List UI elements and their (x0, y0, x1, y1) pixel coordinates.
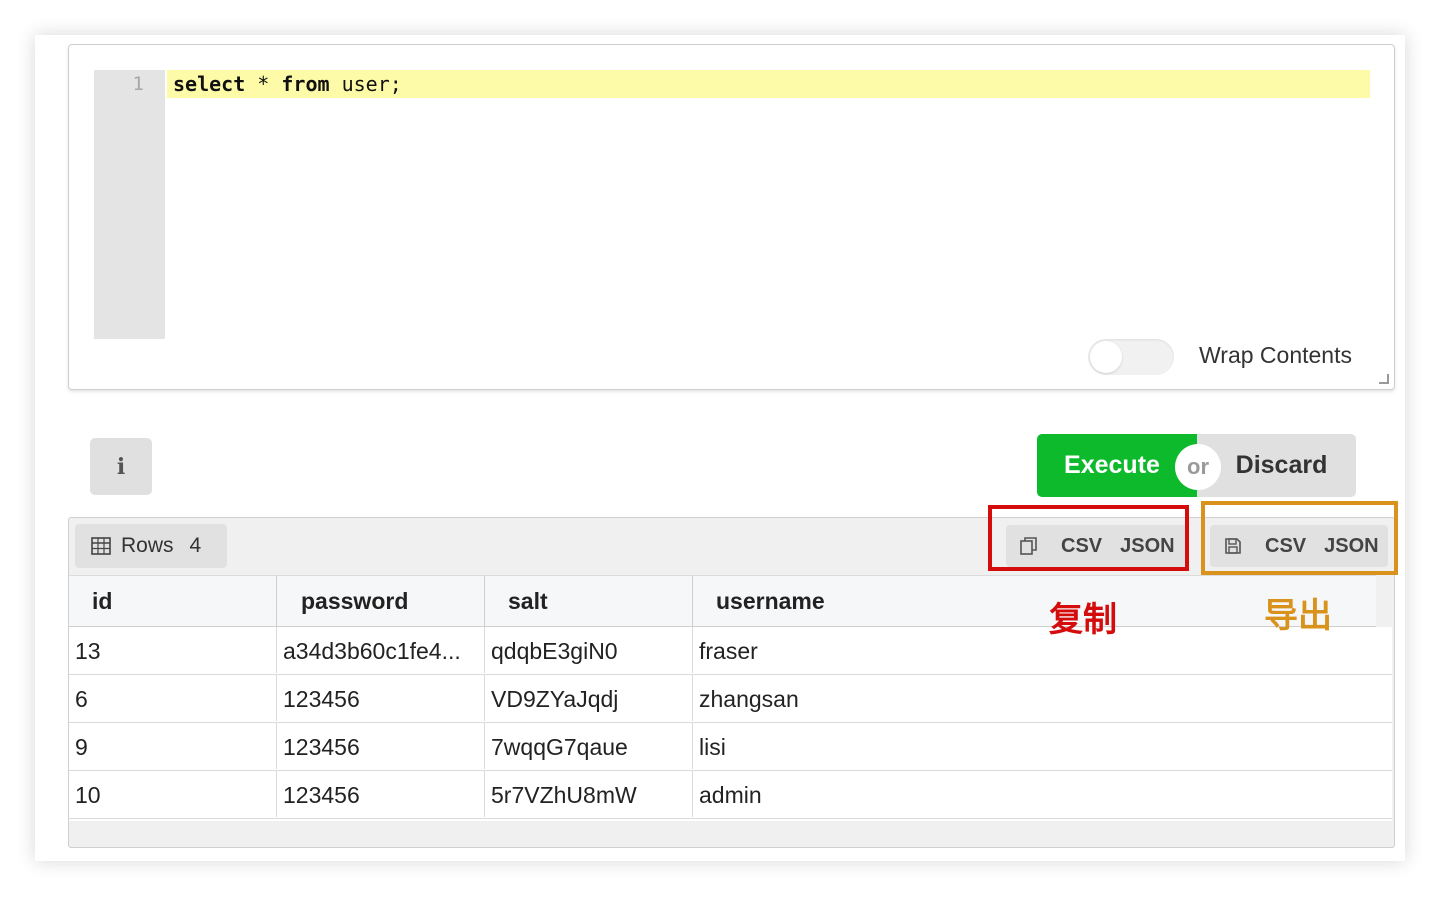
execute-button[interactable]: Execute (1037, 434, 1197, 497)
cell-salt[interactable]: 5r7VZhU8mW (485, 771, 693, 817)
table-body: 13 a34d3b60c1fe4... qdqbE3giN0 fraser 6 … (69, 627, 1392, 821)
keyword-select: select (173, 72, 246, 96)
export-annotation: 导出 (1264, 596, 1332, 636)
table-row[interactable]: 10 123456 5r7VZhU8mW admin (69, 771, 1392, 819)
rows-label: Rows (121, 534, 174, 557)
cell-id[interactable]: 13 (69, 627, 277, 673)
copy-annotation: 复制 (1049, 600, 1117, 640)
cell-username[interactable]: lisi (693, 723, 1392, 769)
cell-salt[interactable]: VD9ZYaJqdj (485, 675, 693, 721)
rows-count: 4 (189, 534, 202, 557)
cell-password[interactable]: 123456 (277, 723, 485, 769)
keyword-from: from (281, 72, 330, 96)
cell-username[interactable]: admin (693, 771, 1392, 817)
cell-salt[interactable]: 7wqqG7qaue (485, 723, 693, 769)
cell-password[interactable]: a34d3b60c1fe4... (277, 627, 485, 673)
cell-id[interactable]: 9 (69, 723, 277, 769)
result-panel: Rows 4 id password salt username 13 a34d… (68, 517, 1395, 848)
code-star: * (245, 72, 282, 96)
table-row[interactable]: 13 a34d3b60c1fe4... qdqbE3giN0 fraser (69, 627, 1392, 675)
cell-id[interactable]: 10 (69, 771, 277, 817)
cell-salt[interactable]: qdqbE3giN0 (485, 627, 693, 673)
export-highlight-box (1201, 501, 1398, 575)
table-row[interactable]: 6 123456 VD9ZYaJqdj zhangsan (69, 675, 1392, 723)
info-button[interactable]: i (90, 438, 152, 495)
line-gutter: 1 (94, 70, 165, 339)
column-header-password[interactable]: password (277, 576, 485, 626)
column-header-salt[interactable]: salt (485, 576, 693, 626)
rows-badge: Rows 4 (75, 524, 227, 568)
table-row[interactable]: 9 123456 7wqqG7qaue lisi (69, 723, 1392, 771)
line-number: 1 (132, 73, 144, 95)
cell-id[interactable]: 6 (69, 675, 277, 721)
code-table: user; (329, 72, 402, 96)
copy-highlight-box (988, 505, 1189, 571)
wrap-contents-label: Wrap Contents (1199, 342, 1352, 368)
or-separator: or (1175, 444, 1221, 490)
toggle-knob (1090, 341, 1122, 373)
cell-username[interactable]: zhangsan (693, 675, 1392, 721)
cell-password[interactable]: 123456 (277, 675, 485, 721)
table-header: id password salt username (69, 575, 1376, 627)
column-header-id[interactable]: id (69, 576, 277, 626)
wrap-contents-toggle[interactable] (1088, 339, 1174, 375)
code-line[interactable]: select * from user; (173, 70, 402, 98)
sql-editor[interactable]: 1 select * from user; Wrap Contents (68, 44, 1395, 390)
table-icon (91, 537, 111, 555)
cell-password[interactable]: 123456 (277, 771, 485, 817)
resize-handle[interactable] (1379, 374, 1389, 384)
